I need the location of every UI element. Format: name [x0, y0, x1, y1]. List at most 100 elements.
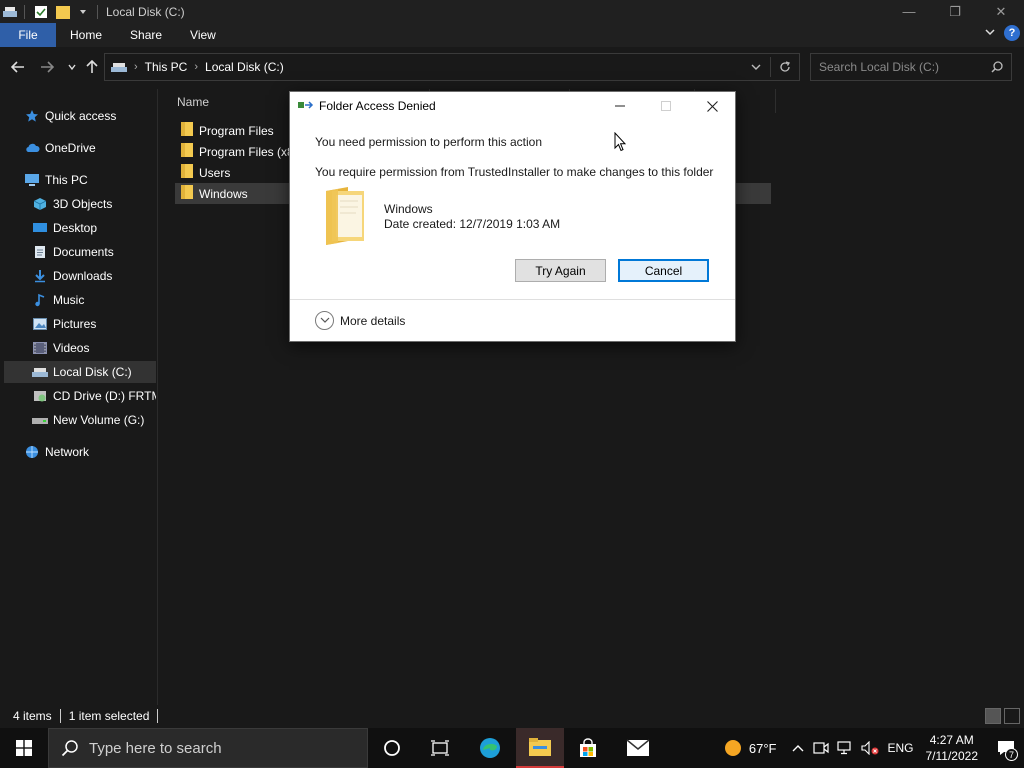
sidebar-item-label: OneDrive — [45, 141, 96, 155]
mail-icon — [626, 739, 650, 756]
sidebar-item-label: Desktop — [53, 221, 98, 235]
store-app[interactable] — [564, 728, 612, 768]
help-icon[interactable]: ? — [1004, 25, 1020, 41]
cortana-button[interactable] — [368, 728, 416, 768]
view-switcher — [985, 708, 1020, 724]
sidebar-item-this-pc[interactable]: This PC — [24, 169, 154, 191]
sidebar-item-label: New Volume (G:) — [53, 413, 145, 427]
task-view-button[interactable] — [416, 728, 464, 768]
sidebar-item-cd-drive[interactable]: CD Drive (D:) FRTMI — [32, 385, 156, 407]
weather-icon[interactable] — [723, 738, 743, 758]
navigation-bar: › This PC › Local Disk (C:) Search Local… — [0, 47, 1024, 89]
folder-date-created: Date created: 12/7/2019 1:03 AM — [384, 217, 561, 231]
sidebar-item-quick-access[interactable]: Quick access — [24, 105, 154, 127]
item-count: 4 items — [13, 709, 52, 723]
sidebar-item-documents[interactable]: Documents — [32, 241, 156, 263]
search-icon[interactable] — [991, 61, 1003, 76]
dialog-window-controls — [597, 92, 735, 120]
large-icons-view-button[interactable] — [1004, 708, 1020, 724]
tab-home[interactable]: Home — [56, 23, 116, 47]
weather-temperature[interactable]: 67°F — [749, 741, 777, 756]
clock[interactable]: 4:27 AM 7/11/2022 — [926, 732, 979, 764]
forward-button[interactable] — [37, 57, 57, 77]
sidebar-item-videos[interactable]: Videos — [32, 337, 156, 359]
cloud-icon — [24, 140, 40, 156]
picture-icon — [32, 316, 48, 332]
sidebar-item-label: CD Drive (D:) FRTMI — [53, 389, 156, 403]
file-name: Users — [199, 165, 231, 180]
close-button[interactable]: ✕ — [978, 0, 1024, 23]
sidebar-item-label: Documents — [53, 245, 114, 259]
volume-muted-icon[interactable] — [861, 741, 879, 755]
back-button[interactable] — [8, 57, 28, 77]
folder-name: Windows — [384, 202, 433, 216]
sidebar-item-label: Local Disk (C:) — [53, 365, 132, 379]
restore-button[interactable]: ❐ — [932, 0, 978, 23]
move-folder-icon — [298, 100, 314, 112]
notification-count: 7 — [1005, 748, 1018, 761]
sidebar-item-3d-objects[interactable]: 3D Objects — [32, 193, 156, 215]
taskbar-search-input[interactable]: Type here to search — [89, 740, 222, 757]
star-icon — [24, 108, 40, 124]
taskbar: Type here to search 67°F ENG 4:27 AM 7/1… — [0, 728, 1024, 768]
recent-locations-button[interactable] — [62, 57, 82, 77]
cancel-button[interactable]: Cancel — [618, 259, 709, 282]
chevron-up-icon[interactable] — [792, 744, 804, 752]
meet-now-icon[interactable] — [813, 741, 830, 755]
sidebar-item-downloads[interactable]: Downloads — [32, 265, 156, 287]
folder-access-denied-dialog: Folder Access Denied You need permission… — [289, 91, 736, 342]
ribbon-right: ? — [984, 25, 1020, 41]
tab-view[interactable]: View — [176, 23, 230, 47]
tab-share[interactable]: Share — [116, 23, 176, 47]
search-icon — [61, 739, 79, 761]
column-divider[interactable] — [775, 89, 776, 113]
drive-icon — [32, 364, 48, 380]
tab-file[interactable]: File — [0, 23, 56, 47]
store-icon — [580, 738, 596, 757]
up-button[interactable] — [82, 57, 102, 77]
search-input[interactable]: Search Local Disk (C:) — [819, 60, 939, 74]
network-status-icon[interactable] — [837, 741, 853, 755]
file-explorer-app[interactable] — [516, 728, 564, 768]
sidebar-item-desktop[interactable]: Desktop — [32, 217, 156, 239]
sidebar-item-label: Downloads — [53, 269, 113, 283]
minimize-button[interactable]: — — [886, 0, 932, 23]
sidebar-item-network[interactable]: Network — [24, 441, 154, 463]
address-bar[interactable]: › This PC › Local Disk (C:) — [104, 53, 800, 81]
try-again-button[interactable]: Try Again — [515, 259, 606, 282]
edge-app[interactable] — [466, 728, 514, 768]
mail-app[interactable] — [614, 728, 662, 768]
breadcrumb-local-disk[interactable]: Local Disk (C:) — [205, 60, 284, 74]
status-separator — [157, 709, 159, 723]
sidebar-item-local-disk[interactable]: Local Disk (C:) — [4, 361, 156, 383]
dialog-minimize-button[interactable] — [597, 92, 643, 120]
folder-icon — [181, 143, 193, 160]
details-view-button[interactable] — [985, 708, 1001, 724]
expand-ribbon-icon[interactable] — [984, 26, 996, 41]
new-folder-icon[interactable] — [55, 4, 71, 20]
sidebar-item-onedrive[interactable]: OneDrive — [24, 137, 154, 159]
input-language[interactable]: ENG — [887, 741, 913, 755]
sidebar-item-label: Quick access — [45, 109, 117, 123]
chevron-down-icon[interactable] — [315, 311, 334, 330]
dialog-close-button[interactable] — [689, 92, 735, 120]
sidebar-item-new-volume[interactable]: New Volume (G:) — [32, 409, 156, 431]
address-history-icon[interactable] — [742, 63, 770, 71]
notifications-button[interactable]: 7 — [988, 728, 1024, 768]
column-header-name[interactable]: Name — [177, 95, 209, 109]
taskbar-search[interactable]: Type here to search — [48, 728, 368, 768]
chevron-down-icon[interactable] — [75, 4, 91, 20]
sidebar-item-pictures[interactable]: Pictures — [32, 313, 156, 335]
start-button[interactable] — [0, 728, 48, 768]
sidebar-item-music[interactable]: Music — [32, 289, 156, 311]
window-controls: — ❐ ✕ — [886, 0, 1024, 23]
refresh-icon[interactable] — [771, 61, 799, 73]
more-details-link[interactable]: More details — [340, 314, 405, 328]
edge-icon — [480, 738, 500, 758]
properties-icon[interactable] — [33, 4, 49, 20]
search-box[interactable]: Search Local Disk (C:) — [810, 53, 1012, 81]
breadcrumb-this-pc[interactable]: This PC — [145, 60, 188, 74]
video-icon — [32, 340, 48, 356]
drive-icon[interactable] — [2, 4, 18, 20]
dialog-message-secondary: You require permission from TrustedInsta… — [315, 165, 714, 179]
